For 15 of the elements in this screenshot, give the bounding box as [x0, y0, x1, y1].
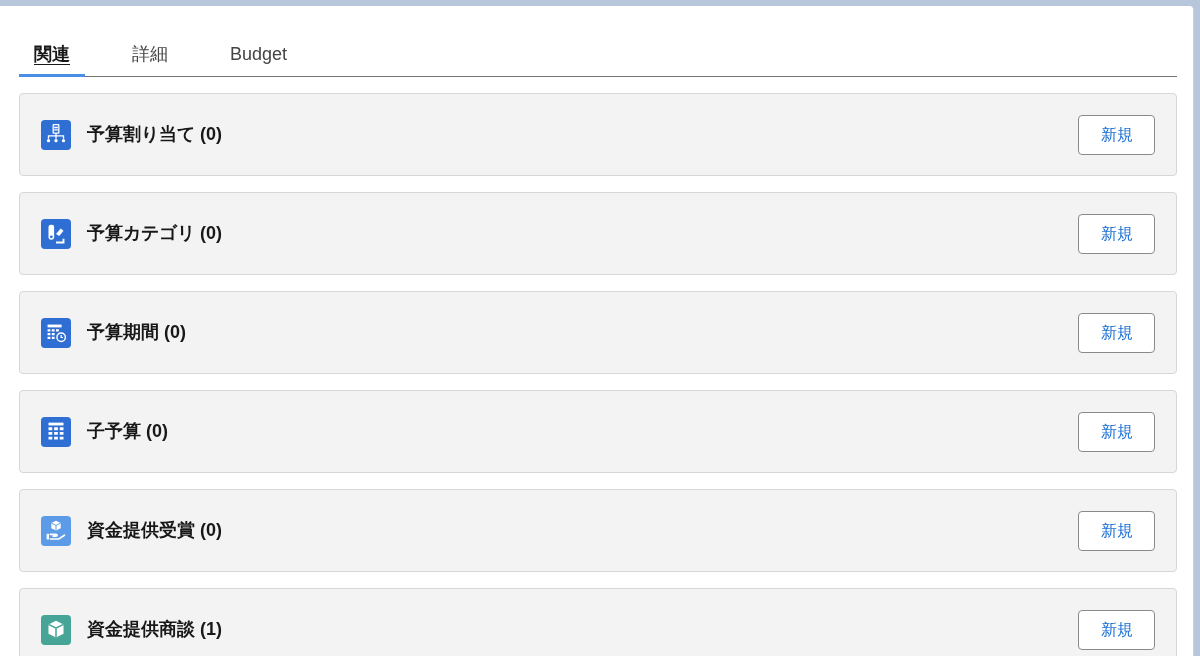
- new-button[interactable]: 新規: [1078, 213, 1155, 254]
- tab[interactable]: Budget: [215, 34, 303, 77]
- new-button[interactable]: 新規: [1078, 609, 1155, 650]
- section-title: 資金提供受賞 (0): [87, 519, 223, 542]
- section-title: 予算割り当て (0): [87, 123, 223, 146]
- section-title: 予算カテゴリ (0): [87, 222, 223, 245]
- new-button[interactable]: 新規: [1078, 411, 1155, 452]
- new-button[interactable]: 新規: [1078, 114, 1155, 155]
- section-title: 資金提供商談 (1): [87, 618, 223, 641]
- tab[interactable]: 詳細: [117, 34, 183, 77]
- new-button[interactable]: 新規: [1078, 312, 1155, 353]
- section-title: 子予算 (0): [87, 420, 169, 443]
- new-button[interactable]: 新規: [1078, 510, 1155, 551]
- tab[interactable]: 関連: [19, 34, 85, 77]
- section-title: 予算期間 (0): [87, 321, 187, 344]
